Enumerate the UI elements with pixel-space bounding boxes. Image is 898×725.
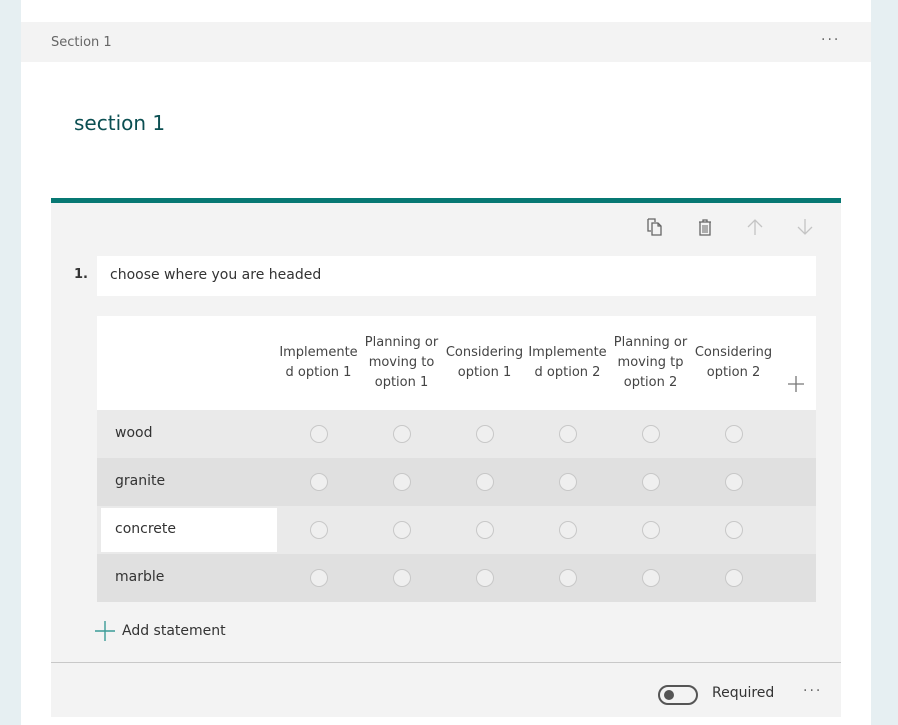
statement-label[interactable]: granite xyxy=(115,473,165,489)
toggle-knob xyxy=(664,690,674,700)
statement-label[interactable]: concrete xyxy=(115,521,176,537)
column-header[interactable]: Implemente d option 1 xyxy=(277,316,360,410)
radio-option[interactable] xyxy=(476,569,494,587)
section-header-label: Section 1 xyxy=(51,35,112,50)
column-header[interactable]: Planning or moving tp option 2 xyxy=(609,316,692,410)
radio-option[interactable] xyxy=(310,473,328,491)
statement-label[interactable]: wood xyxy=(115,425,152,441)
statement-row: granite xyxy=(97,458,816,506)
section-title[interactable]: section 1 xyxy=(74,111,165,135)
radio-option[interactable] xyxy=(393,473,411,491)
radio-option[interactable] xyxy=(559,569,577,587)
section-more-options-button[interactable]: ··· xyxy=(821,32,840,48)
statement-label[interactable]: marble xyxy=(115,569,164,585)
section-header: Section 1 ··· xyxy=(21,22,871,62)
add-statement-label: Add statement xyxy=(122,623,226,639)
radio-option[interactable] xyxy=(725,521,743,539)
question-footer: Required ··· xyxy=(51,662,841,722)
radio-option[interactable] xyxy=(476,473,494,491)
radio-option[interactable] xyxy=(393,521,411,539)
copy-icon xyxy=(647,218,662,236)
statement-row: marble xyxy=(97,554,816,602)
radio-option[interactable] xyxy=(642,473,660,491)
statement-row: concrete xyxy=(97,506,816,554)
question-toolbar xyxy=(630,208,830,246)
add-column-button[interactable] xyxy=(785,373,807,395)
move-up-button[interactable] xyxy=(730,208,780,246)
radio-option[interactable] xyxy=(642,521,660,539)
column-header[interactable]: Considering option 1 xyxy=(443,316,526,410)
radio-option[interactable] xyxy=(559,521,577,539)
likert-grid: Implemente d option 1 Planning or moving… xyxy=(97,316,816,602)
question-number: 1. xyxy=(74,267,88,282)
radio-option[interactable] xyxy=(393,425,411,443)
radio-option[interactable] xyxy=(476,425,494,443)
form-card: Section 1 ··· section 1 1. choose where … xyxy=(21,0,871,725)
required-label: Required xyxy=(712,685,775,701)
radio-option[interactable] xyxy=(559,425,577,443)
radio-option[interactable] xyxy=(642,425,660,443)
plus-icon xyxy=(788,376,804,392)
radio-option[interactable] xyxy=(725,569,743,587)
question-more-options-button[interactable]: ··· xyxy=(803,683,822,699)
radio-option[interactable] xyxy=(393,569,411,587)
copy-question-button[interactable] xyxy=(630,208,680,246)
radio-option[interactable] xyxy=(310,569,328,587)
radio-option[interactable] xyxy=(642,569,660,587)
question-card: 1. choose where you are headed Implement… xyxy=(51,198,841,717)
column-header[interactable]: Considering option 2 xyxy=(692,316,775,410)
trash-icon xyxy=(699,218,711,236)
statement-row: wood xyxy=(97,410,816,458)
grid-header: Implemente d option 1 Planning or moving… xyxy=(97,316,816,410)
plus-icon xyxy=(95,621,115,641)
arrow-up-icon xyxy=(747,219,763,235)
radio-option[interactable] xyxy=(310,425,328,443)
delete-question-button[interactable] xyxy=(680,208,730,246)
question-title-input[interactable]: choose where you are headed xyxy=(97,256,816,296)
radio-option[interactable] xyxy=(725,425,743,443)
radio-option[interactable] xyxy=(310,521,328,539)
arrow-down-icon xyxy=(797,219,813,235)
radio-option[interactable] xyxy=(725,473,743,491)
radio-option[interactable] xyxy=(559,473,577,491)
column-header[interactable]: Planning or moving to option 1 xyxy=(360,316,443,410)
radio-option[interactable] xyxy=(476,521,494,539)
required-toggle[interactable] xyxy=(658,685,698,705)
move-down-button[interactable] xyxy=(780,208,830,246)
add-statement-button[interactable]: Add statement xyxy=(95,621,226,641)
column-header[interactable]: Implemente d option 2 xyxy=(526,316,609,410)
